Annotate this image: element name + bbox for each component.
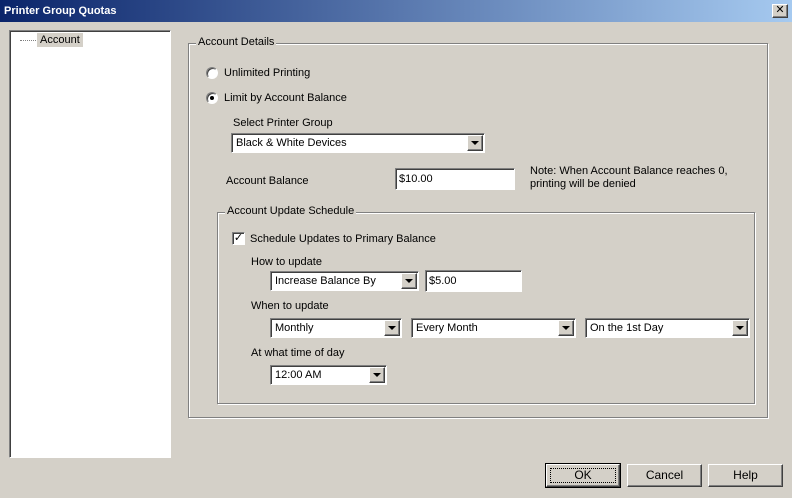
account-balance-label: Account Balance	[226, 175, 309, 187]
printer-group-label: Select Printer Group	[233, 117, 333, 129]
window-title: Printer Group Quotas	[4, 5, 117, 17]
limit-by-balance-label[interactable]: Limit by Account Balance	[224, 92, 347, 104]
how-to-update-label: How to update	[251, 256, 322, 268]
day-value: On the 1st Day	[590, 322, 664, 334]
chevron-down-icon[interactable]	[732, 320, 748, 336]
interval-value: Every Month	[416, 322, 478, 334]
close-icon: ✕	[775, 4, 785, 16]
frequency-value: Monthly	[275, 322, 314, 334]
printer-group-select[interactable]: Black & White Devices	[231, 133, 485, 153]
frequency-select[interactable]: Monthly	[270, 318, 402, 338]
how-to-update-select[interactable]: Increase Balance By	[270, 271, 419, 291]
increase-amount-input[interactable]: $5.00	[425, 270, 522, 292]
tree-item-account[interactable]: Account	[37, 33, 83, 47]
limit-by-balance-radio[interactable]	[206, 92, 218, 104]
unlimited-printing-label[interactable]: Unlimited Printing	[224, 67, 310, 79]
time-of-day-select[interactable]: 12:00 AM	[270, 365, 387, 385]
radio-selected-dot	[210, 96, 214, 100]
schedule-updates-label[interactable]: Schedule Updates to Primary Balance	[250, 233, 436, 245]
day-select[interactable]: On the 1st Day	[585, 318, 750, 338]
tree-connector	[20, 40, 36, 41]
title-bar[interactable]: Printer Group Quotas ✕	[0, 0, 792, 22]
ok-button[interactable]: OK	[545, 463, 621, 488]
chevron-down-icon[interactable]	[384, 320, 400, 336]
chevron-down-icon[interactable]	[558, 320, 574, 336]
focus-rectangle	[550, 468, 616, 483]
account-balance-input[interactable]: $10.00	[395, 168, 515, 190]
checkmark-icon: ✓	[233, 232, 244, 244]
time-of-day-label: At what time of day	[251, 347, 345, 359]
help-button-label: Help	[733, 468, 758, 482]
navigation-tree[interactable]: Account	[9, 30, 171, 458]
when-to-update-label: When to update	[251, 300, 329, 312]
interval-select[interactable]: Every Month	[411, 318, 576, 338]
chevron-down-icon[interactable]	[369, 367, 385, 383]
close-button[interactable]: ✕	[772, 4, 788, 18]
time-of-day-value: 12:00 AM	[275, 369, 322, 381]
chevron-down-icon[interactable]	[401, 273, 417, 289]
account-details-legend: Account Details	[196, 36, 277, 48]
cancel-button-label: Cancel	[645, 468, 684, 482]
balance-note: Note: When Account Balance reaches 0, pr…	[530, 165, 728, 190]
help-button[interactable]: Help	[708, 464, 783, 487]
update-schedule-legend: Account Update Schedule	[225, 205, 357, 217]
chevron-down-icon[interactable]	[467, 135, 483, 151]
unlimited-printing-radio[interactable]	[206, 67, 218, 79]
how-to-update-value: Increase Balance By	[275, 275, 376, 287]
printer-group-value: Black & White Devices	[236, 137, 347, 149]
cancel-button[interactable]: Cancel	[627, 464, 702, 487]
schedule-updates-checkbox[interactable]: ✓	[232, 232, 245, 245]
